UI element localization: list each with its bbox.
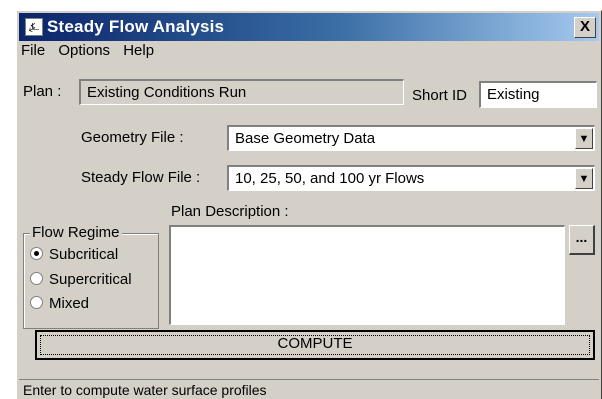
geometry-file-label: Geometry File :: [81, 129, 184, 146]
title-bar[interactable]: ⍼ Steady Flow Analysis X: [19, 13, 599, 41]
description-editor-button[interactable]: ...: [569, 225, 595, 255]
app-icon: ⍼: [25, 18, 43, 36]
flow-regime-title: Flow Regime: [30, 224, 122, 241]
chevron-down-icon[interactable]: ▼: [575, 168, 593, 189]
radio-checked-icon[interactable]: [30, 247, 43, 260]
plan-description-label: Plan Description :: [171, 203, 289, 220]
radio-mixed[interactable]: Mixed: [30, 295, 89, 312]
steady-flow-file-select[interactable]: 10, 25, 50, and 100 yr Flows ▼: [227, 165, 595, 191]
geometry-file-select[interactable]: Base Geometry Data ▼: [227, 125, 595, 151]
steady-flow-file-value: 10, 25, 50, and 100 yr Flows: [235, 170, 425, 187]
menu-bar: File Options Help: [21, 42, 163, 66]
menu-options[interactable]: Options: [58, 42, 110, 59]
radio-subcritical-label: Subcritical: [49, 246, 119, 263]
radio-unchecked-icon[interactable]: [30, 272, 43, 285]
menu-file[interactable]: File: [21, 42, 45, 59]
radio-supercritical-label: Supercritical: [49, 271, 132, 288]
flow-regime-group: Flow Regime Subcritical Supercritical Mi…: [23, 224, 159, 329]
menu-help[interactable]: Help: [123, 42, 154, 59]
status-bar: Enter to compute water surface profiles: [19, 379, 599, 399]
plan-label: Plan :: [23, 83, 62, 100]
close-button[interactable]: X: [574, 17, 596, 38]
radio-supercritical[interactable]: Supercritical: [30, 271, 132, 288]
window-title: Steady Flow Analysis: [47, 17, 225, 36]
chevron-down-icon[interactable]: ▼: [575, 128, 593, 149]
radio-mixed-label: Mixed: [49, 295, 90, 312]
radio-subcritical[interactable]: Subcritical: [30, 246, 118, 263]
geometry-file-value: Base Geometry Data: [235, 130, 376, 147]
compute-button[interactable]: COMPUTE: [35, 330, 595, 360]
plan-title-field[interactable]: Existing Conditions Run: [79, 79, 404, 105]
plan-description-textarea[interactable]: [169, 225, 565, 325]
steady-flow-window: ⍼ Steady Flow Analysis X File Options He…: [16, 10, 602, 399]
steady-flow-file-label: Steady Flow File :: [81, 169, 201, 186]
short-id-field[interactable]: Existing: [479, 81, 597, 108]
radio-unchecked-icon[interactable]: [30, 296, 43, 309]
short-id-label: Short ID: [412, 87, 468, 104]
